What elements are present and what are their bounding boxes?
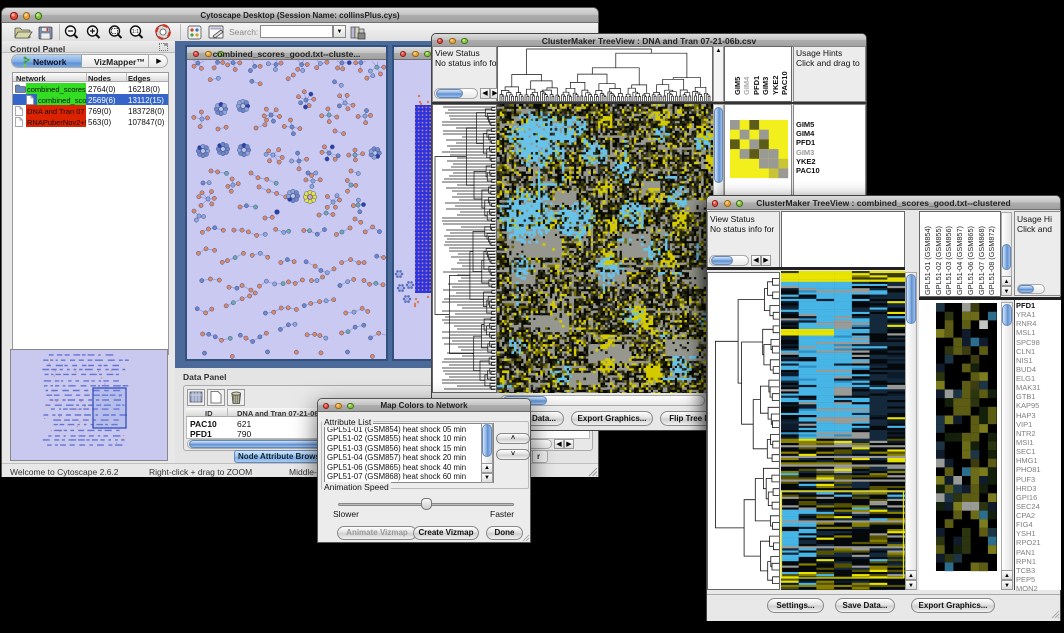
svg-text:1:1: 1:1 <box>132 29 139 35</box>
